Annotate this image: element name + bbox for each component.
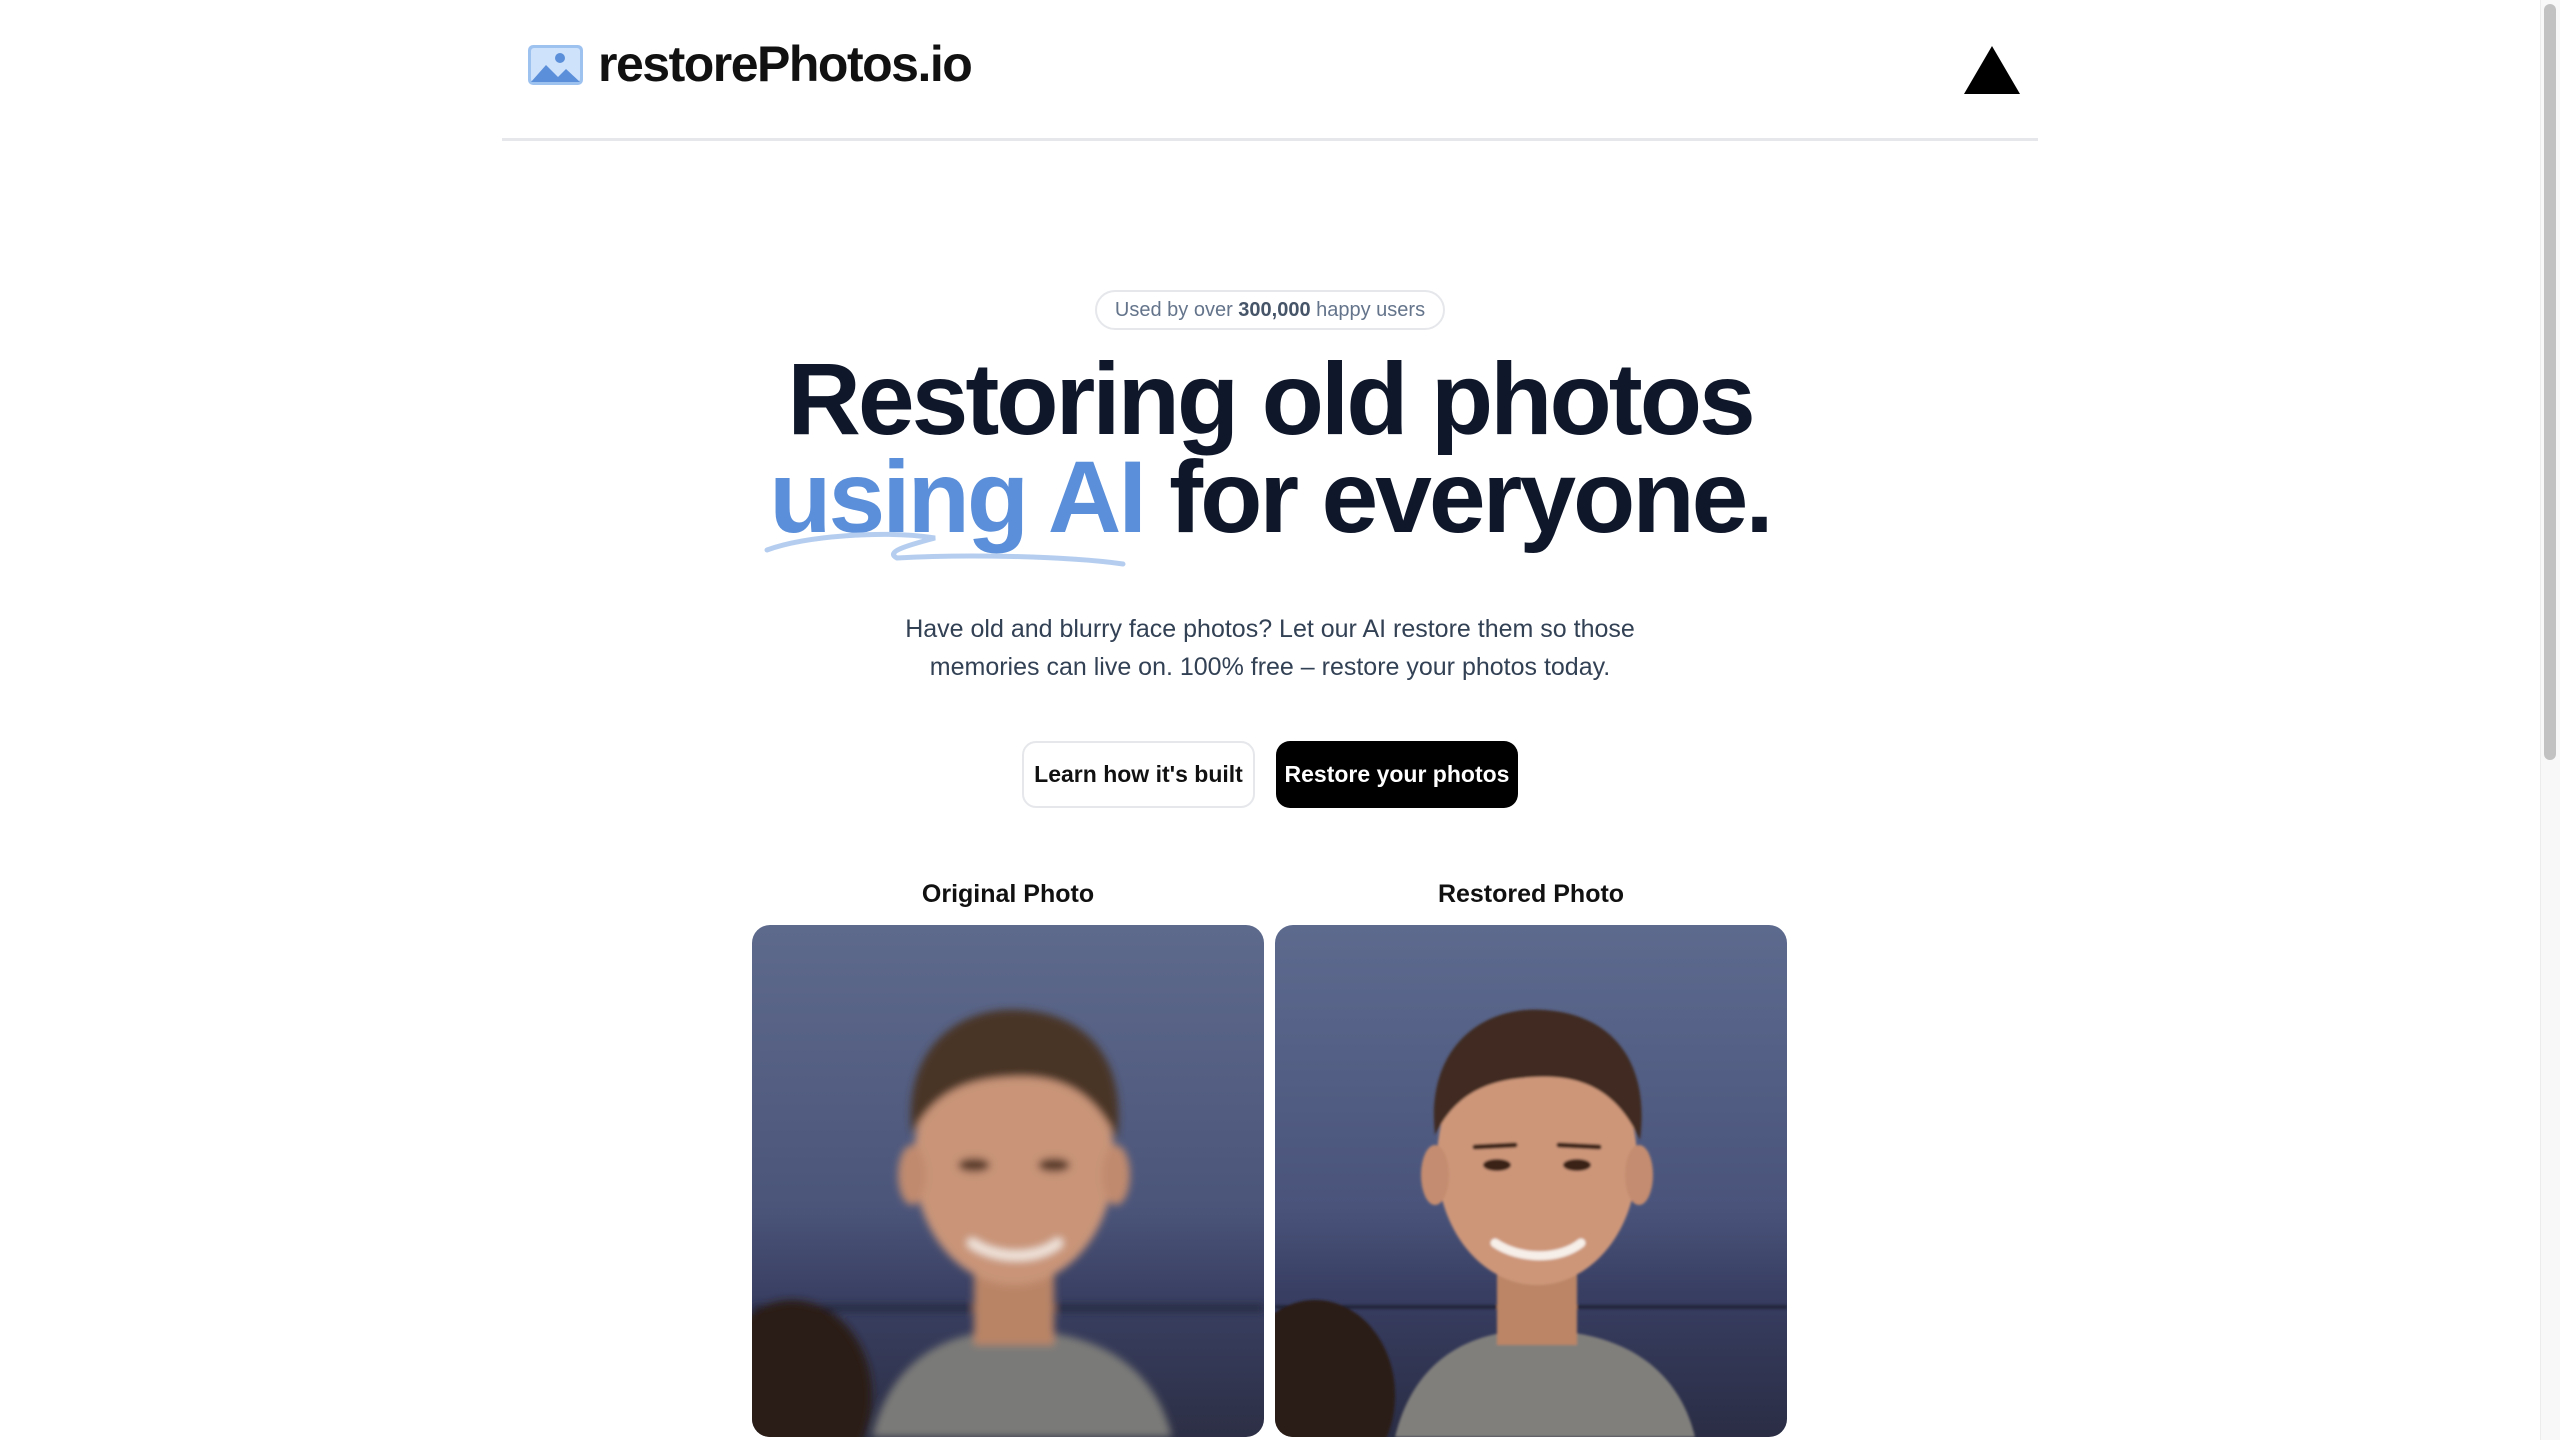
restored-photo-image (1275, 925, 1787, 1437)
badge-suffix: happy users (1310, 298, 1426, 321)
vercel-triangle-icon (1964, 46, 2020, 94)
users-badge: Used by over 300,000 happy users (1095, 290, 1445, 330)
image-icon (528, 45, 583, 85)
restored-photo (1275, 925, 1787, 1437)
vercel-link[interactable] (1962, 44, 2022, 96)
restored-photo-label: Restored Photo (1437, 880, 1625, 908)
scrollbar-thumb[interactable] (2544, 4, 2556, 760)
logo-link[interactable]: restorePhotos.io (528, 36, 973, 92)
squiggle-underline-icon (764, 531, 1126, 567)
original-photo-label: Original Photo (921, 880, 1095, 908)
hero-line-2: using AI for everyone. (0, 446, 2540, 567)
restore-photos-button[interactable]: Restore your photos (1276, 741, 1518, 808)
hero-line-2-rest: for everyone. (1143, 440, 1774, 554)
hero-subtitle: Have old and blurry face photos? Let our… (905, 615, 1635, 681)
logo-text: restorePhotos.io (598, 36, 973, 92)
original-photo-image (752, 925, 1264, 1437)
hero-title: Restoring old photos using AI for everyo… (0, 342, 2540, 567)
badge-prefix: Used by over (1114, 298, 1239, 321)
hero-line-1: Restoring old photos (787, 342, 1756, 456)
hero-highlight: using AI (764, 446, 1147, 567)
site-header: restorePhotos.io (502, 0, 2038, 141)
original-photo (752, 925, 1264, 1437)
learn-how-built-button[interactable]: Learn how it's built (1022, 741, 1255, 808)
badge-count: 300,000 (1238, 298, 1311, 321)
